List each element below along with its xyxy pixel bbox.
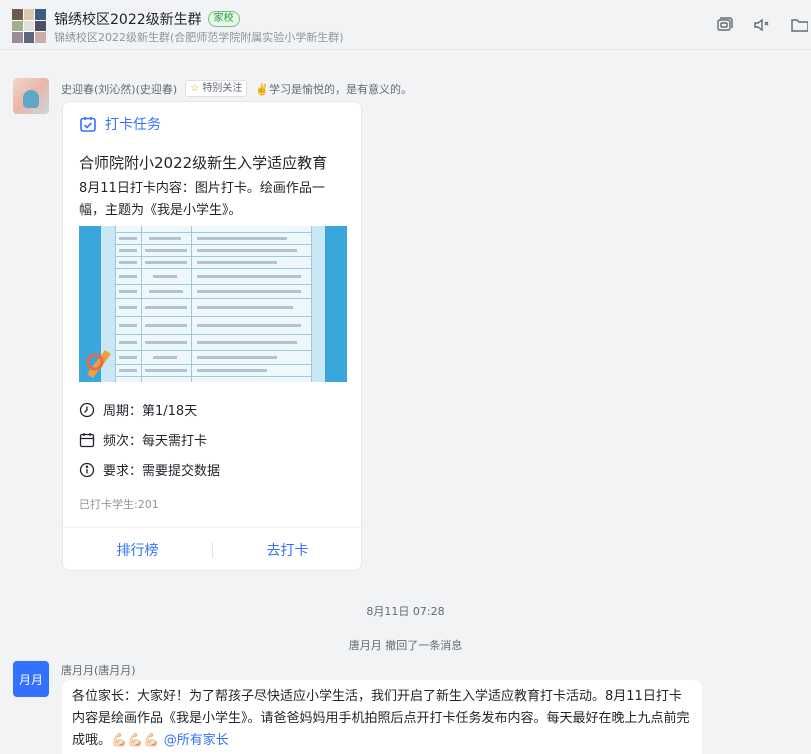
sender-name[interactable]: 史迎春(刘沁然)(史迎春)	[61, 81, 177, 97]
info-requirement: 要求：需要提交数据	[79, 460, 220, 479]
special-follow-label: 特别关注	[202, 83, 243, 94]
card-header: 打卡任务	[79, 114, 161, 134]
chat-subtitle: 锦绣校区2022级新生群(合肥师范学院附属实验小学新生群)	[54, 31, 344, 44]
go-checkin-button[interactable]: 去打卡	[213, 540, 362, 560]
info-icon	[79, 462, 95, 477]
message-timestamp: 8月11日 07:28	[366, 605, 445, 618]
task-image[interactable]	[79, 226, 347, 382]
speaker-icon[interactable]	[752, 16, 770, 34]
folder-icon[interactable]	[790, 16, 808, 34]
frequency-text: 频次：每天需打卡	[103, 434, 208, 449]
checked-in-count: 已打卡学生:201	[79, 498, 159, 511]
requirement-text: 要求：需要提交数据	[103, 464, 221, 479]
sender-row: 史迎春(刘沁然)(史迎春) ☆ 特别关注 ✌️学习是愉悦的，是有意义的。	[61, 80, 412, 97]
leaderboard-button[interactable]: 排行榜	[63, 540, 212, 560]
mention-all-parents[interactable]: @所有家长	[164, 733, 229, 748]
card-type-label: 打卡任务	[105, 117, 161, 133]
info-frequency: 频次：每天需打卡	[79, 430, 207, 449]
video-call-icon[interactable]	[716, 16, 734, 34]
card-title: 合师院附小2022级新生入学适应教育	[79, 154, 328, 172]
star-icon: ☆	[190, 83, 200, 94]
special-follow-tag: ☆ 特别关注	[185, 80, 248, 97]
period-text: 周期：第1/18天	[103, 404, 198, 419]
calendar-icon	[79, 432, 95, 447]
calendar-check-icon	[80, 117, 96, 132]
group-type-badge: 家校	[207, 11, 240, 27]
clock-icon	[79, 402, 95, 417]
sender-name[interactable]: 唐月月(唐月月)	[61, 662, 136, 678]
chat-title[interactable]: 锦绣校区2022级新生群	[54, 9, 202, 29]
card-divider	[63, 527, 361, 528]
revoke-notice: 唐月月 撤回了一条消息	[348, 639, 463, 652]
info-period: 周期：第1/18天	[79, 400, 197, 419]
chat-header: 锦绣校区2022级新生群 家校 锦绣校区2022级新生群(合肥师范学院附属实验小…	[0, 0, 811, 50]
message-bubble[interactable]: 各位家长：大家好！为了帮孩子尽快适应小学生活，我们开启了新生入学适应教育打卡活动…	[62, 680, 702, 754]
avatar[interactable]: 月月	[13, 661, 49, 697]
sender-signature: ✌️学习是愉悦的，是有意义的。	[255, 82, 413, 96]
group-avatar[interactable]	[12, 9, 46, 43]
title-row: 锦绣校区2022级新生群 家校	[54, 9, 240, 29]
checkin-task-card[interactable]: 打卡任务 合师院附小2022级新生入学适应教育 8月11日打卡内容：图片打卡。绘…	[62, 101, 362, 571]
flexed-biceps-emoji: 💪🏻💪🏻💪🏻	[111, 733, 160, 748]
card-content: 8月11日打卡内容：图片打卡。绘画作品一幅，主题为《我是小学生》。	[79, 181, 325, 218]
avatar[interactable]	[13, 78, 49, 114]
pencil-ruler-icon	[86, 350, 111, 378]
